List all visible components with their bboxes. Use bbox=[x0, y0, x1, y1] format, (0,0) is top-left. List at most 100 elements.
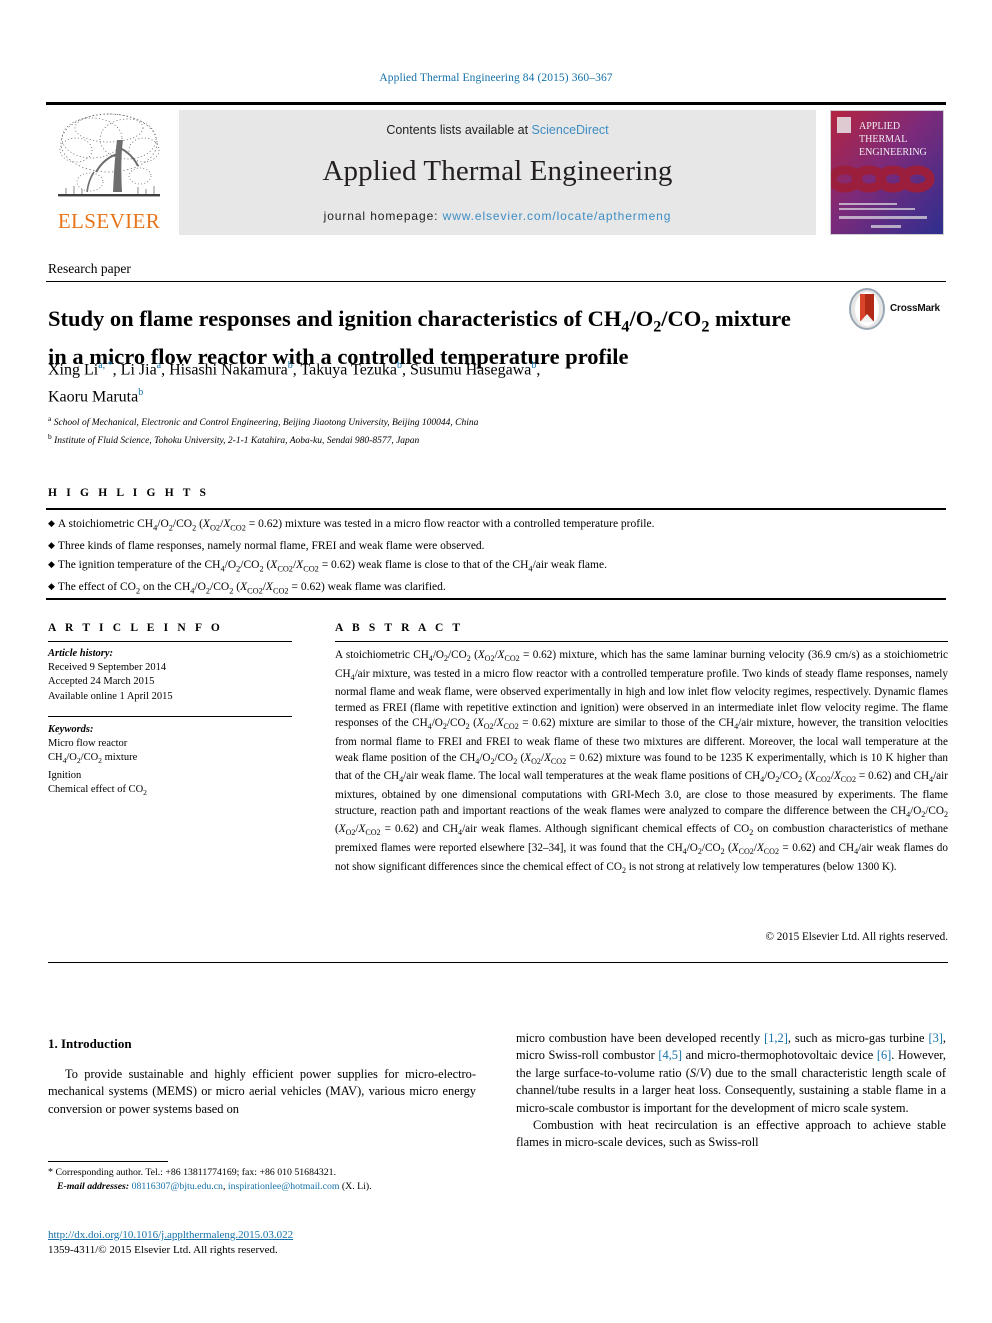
author-sup: b bbox=[397, 360, 403, 371]
crossmark-label: CrossMark bbox=[890, 303, 940, 314]
author-sup: b bbox=[287, 360, 293, 371]
doi-link[interactable]: http://dx.doi.org/10.1016/j.applthermale… bbox=[48, 1228, 478, 1243]
abstract-text: A stoichiometric CH4/O2/CO2 (XO2/XCO2 = … bbox=[335, 649, 949, 876]
masthead-top-rule bbox=[46, 102, 946, 105]
author-name: Kaoru Maruta bbox=[48, 388, 139, 406]
highlights-heading: H I G H L I G H T S bbox=[48, 487, 210, 499]
keyword-item: CH4/O2/CO2 mixture bbox=[48, 752, 138, 766]
citation-link[interactable]: [6] bbox=[877, 1048, 891, 1062]
affiliation-item: a School of Mechanical, Electronic and C… bbox=[48, 412, 848, 430]
article-type-label: Research paper bbox=[48, 261, 131, 276]
author-name: Xing Li bbox=[48, 361, 99, 379]
abstract-rule bbox=[335, 641, 948, 643]
bullet-icon: ◆ bbox=[48, 580, 55, 591]
email-owner: (X. Li). bbox=[341, 1180, 372, 1192]
abstract-copyright: © 2015 Elsevier Ltd. All rights reserved… bbox=[765, 931, 949, 943]
article-history: Article history: Received 9 September 20… bbox=[48, 647, 298, 704]
abstract-bottom-rule bbox=[48, 962, 948, 964]
author-sup: b bbox=[531, 360, 537, 371]
email-label: E-mail addresses: bbox=[57, 1180, 130, 1192]
running-head: Applied Thermal Engineering 84 (2015) 36… bbox=[379, 72, 613, 84]
svg-text:APPLIED: APPLIED bbox=[859, 121, 900, 132]
author-name: Takuya Tezuka bbox=[300, 361, 398, 379]
highlight-item: ◆ The effect of CO2 on the CH4/O2/CO2 (XC… bbox=[48, 580, 446, 596]
affiliation-text: Institute of Fluid Science, Tohoku Unive… bbox=[54, 436, 420, 447]
journal-title: Applied Thermal Engineering bbox=[322, 155, 673, 187]
contents-lists-line: Contents lists available at ScienceDirec… bbox=[179, 123, 816, 137]
journal-masthead: ELSEVIER Contents lists available at Sci… bbox=[46, 102, 946, 235]
article-info-rule bbox=[48, 641, 292, 643]
footnote-block: * Corresponding author. Tel.: +86 138117… bbox=[48, 1166, 478, 1193]
citation-link[interactable]: [3] bbox=[928, 1031, 942, 1045]
highlight-item: ◆ The ignition temperature of the CH4/O2/… bbox=[48, 558, 607, 574]
highlight-item: ◆ A stoichiometric CH4/O2/CO2 (XO2/XCO2 =… bbox=[48, 518, 655, 533]
author-sup: a, * bbox=[98, 360, 113, 371]
keywords-heading: Keywords: bbox=[48, 724, 94, 735]
author-name: Li Jia bbox=[120, 361, 157, 379]
crossmark-icon bbox=[848, 288, 886, 330]
highlights-bottom-rule bbox=[46, 598, 946, 600]
bullet-icon: ◆ bbox=[48, 558, 55, 569]
abstract-heading: A B S T R A C T bbox=[335, 622, 464, 634]
section-title: Introduction bbox=[61, 1036, 132, 1051]
svg-text:THERMAL: THERMAL bbox=[859, 134, 907, 145]
paragraph: To provide sustainable and highly effici… bbox=[48, 1067, 476, 1116]
author-name: Susumu Hasegawa bbox=[410, 361, 532, 379]
corresponding-text: Corresponding author. Tel.: +86 13811774… bbox=[55, 1167, 337, 1178]
keywords-rule bbox=[48, 716, 292, 718]
crossmark-badge[interactable]: CrossMark bbox=[848, 288, 948, 332]
citation-link[interactable]: [4,5] bbox=[658, 1048, 682, 1062]
journal-homepage-line: journal homepage: www.elsevier.com/locat… bbox=[179, 209, 816, 223]
body-column-left: 1. Introduction To provide sustainable a… bbox=[48, 1036, 476, 1118]
article-history-heading: Article history: bbox=[48, 648, 114, 659]
keyword-item: Micro flow reactor bbox=[48, 738, 128, 750]
bullet-icon: ◆ bbox=[48, 540, 55, 551]
section-number: 1. bbox=[48, 1036, 58, 1051]
doi-block: http://dx.doi.org/10.1016/j.applthermale… bbox=[48, 1228, 478, 1258]
homepage-prefix: journal homepage: bbox=[323, 209, 443, 223]
highlights-list: ◆ A stoichiometric CH4/O2/CO2 (XO2/XCO2 =… bbox=[48, 515, 938, 600]
email-note: E-mail addresses: 08116307@bjtu.edu.cn, … bbox=[57, 1180, 372, 1192]
affiliation-list: a School of Mechanical, Electronic and C… bbox=[48, 412, 848, 448]
journal-homepage-link[interactable]: www.elsevier.com/locate/apthermeng bbox=[443, 209, 672, 223]
keywords-block: Keywords: Micro flow reactor CH4/O2/CO2 … bbox=[48, 723, 298, 800]
email-link-1[interactable]: 08116307@bjtu.edu.cn bbox=[132, 1181, 223, 1192]
bullet-icon: ◆ bbox=[48, 518, 55, 528]
history-item: Available online 1 April 2015 bbox=[48, 690, 173, 702]
paragraph: micro combustion have been developed rec… bbox=[516, 1031, 947, 1115]
affiliation-text: School of Mechanical, Electronic and Con… bbox=[53, 418, 479, 429]
article-info-heading: A R T I C L E I N F O bbox=[48, 622, 223, 634]
sciencedirect-band: Contents lists available at ScienceDirec… bbox=[179, 110, 816, 235]
keyword-item: Chemical effect of CO2 bbox=[48, 783, 147, 797]
citation-link[interactable]: [1,2] bbox=[764, 1031, 788, 1045]
author-name: Hisashi Nakamura bbox=[169, 361, 288, 379]
sciencedirect-link[interactable]: ScienceDirect bbox=[532, 123, 609, 137]
issn-copyright: 1359-4311/© 2015 Elsevier Ltd. All right… bbox=[48, 1244, 278, 1256]
author-sup: b bbox=[138, 387, 144, 399]
author-list: Xing Lia, *, Li Jiaa, Hisashi Nakamurab,… bbox=[48, 360, 541, 406]
elsevier-logo: ELSEVIER bbox=[46, 110, 172, 235]
author-sup: a bbox=[156, 360, 162, 371]
header-rule bbox=[46, 281, 946, 282]
highlights-top-rule bbox=[46, 508, 946, 510]
asterisk-icon: * bbox=[48, 1167, 53, 1178]
article-page: Applied Thermal Engineering 84 (2015) 36… bbox=[0, 0, 992, 1323]
history-item: Accepted 24 March 2015 bbox=[48, 676, 155, 688]
elsevier-wordmark: ELSEVIER bbox=[57, 209, 161, 233]
journal-cover-thumbnail: APPLIED THERMAL ENGINEERING bbox=[830, 110, 944, 235]
paragraph: Combustion with heat recirculation is an… bbox=[516, 1118, 946, 1150]
footnote-rule bbox=[48, 1161, 168, 1162]
highlight-item: ◆ Three kinds of flame responses, namely … bbox=[48, 540, 485, 553]
svg-text:ENGINEERING: ENGINEERING bbox=[859, 147, 927, 158]
corresponding-author-note: * Corresponding author. Tel.: +86 138117… bbox=[48, 1166, 478, 1180]
body-column-right: micro combustion have been developed rec… bbox=[516, 1030, 946, 1152]
keyword-item: Ignition bbox=[48, 769, 82, 781]
affiliation-item: b Institute of Fluid Science, Tohoku Uni… bbox=[48, 430, 848, 448]
elsevier-tree-icon bbox=[54, 110, 164, 208]
affiliation-mark: b bbox=[48, 432, 52, 442]
email-link-2[interactable]: inspirationlee@hotmail.com bbox=[228, 1181, 340, 1192]
section-heading-introduction: 1. Introduction bbox=[48, 1036, 476, 1052]
affiliation-mark: a bbox=[48, 414, 52, 423]
contents-prefix: Contents lists available at bbox=[386, 123, 532, 137]
history-item: Received 9 September 2014 bbox=[48, 662, 167, 674]
